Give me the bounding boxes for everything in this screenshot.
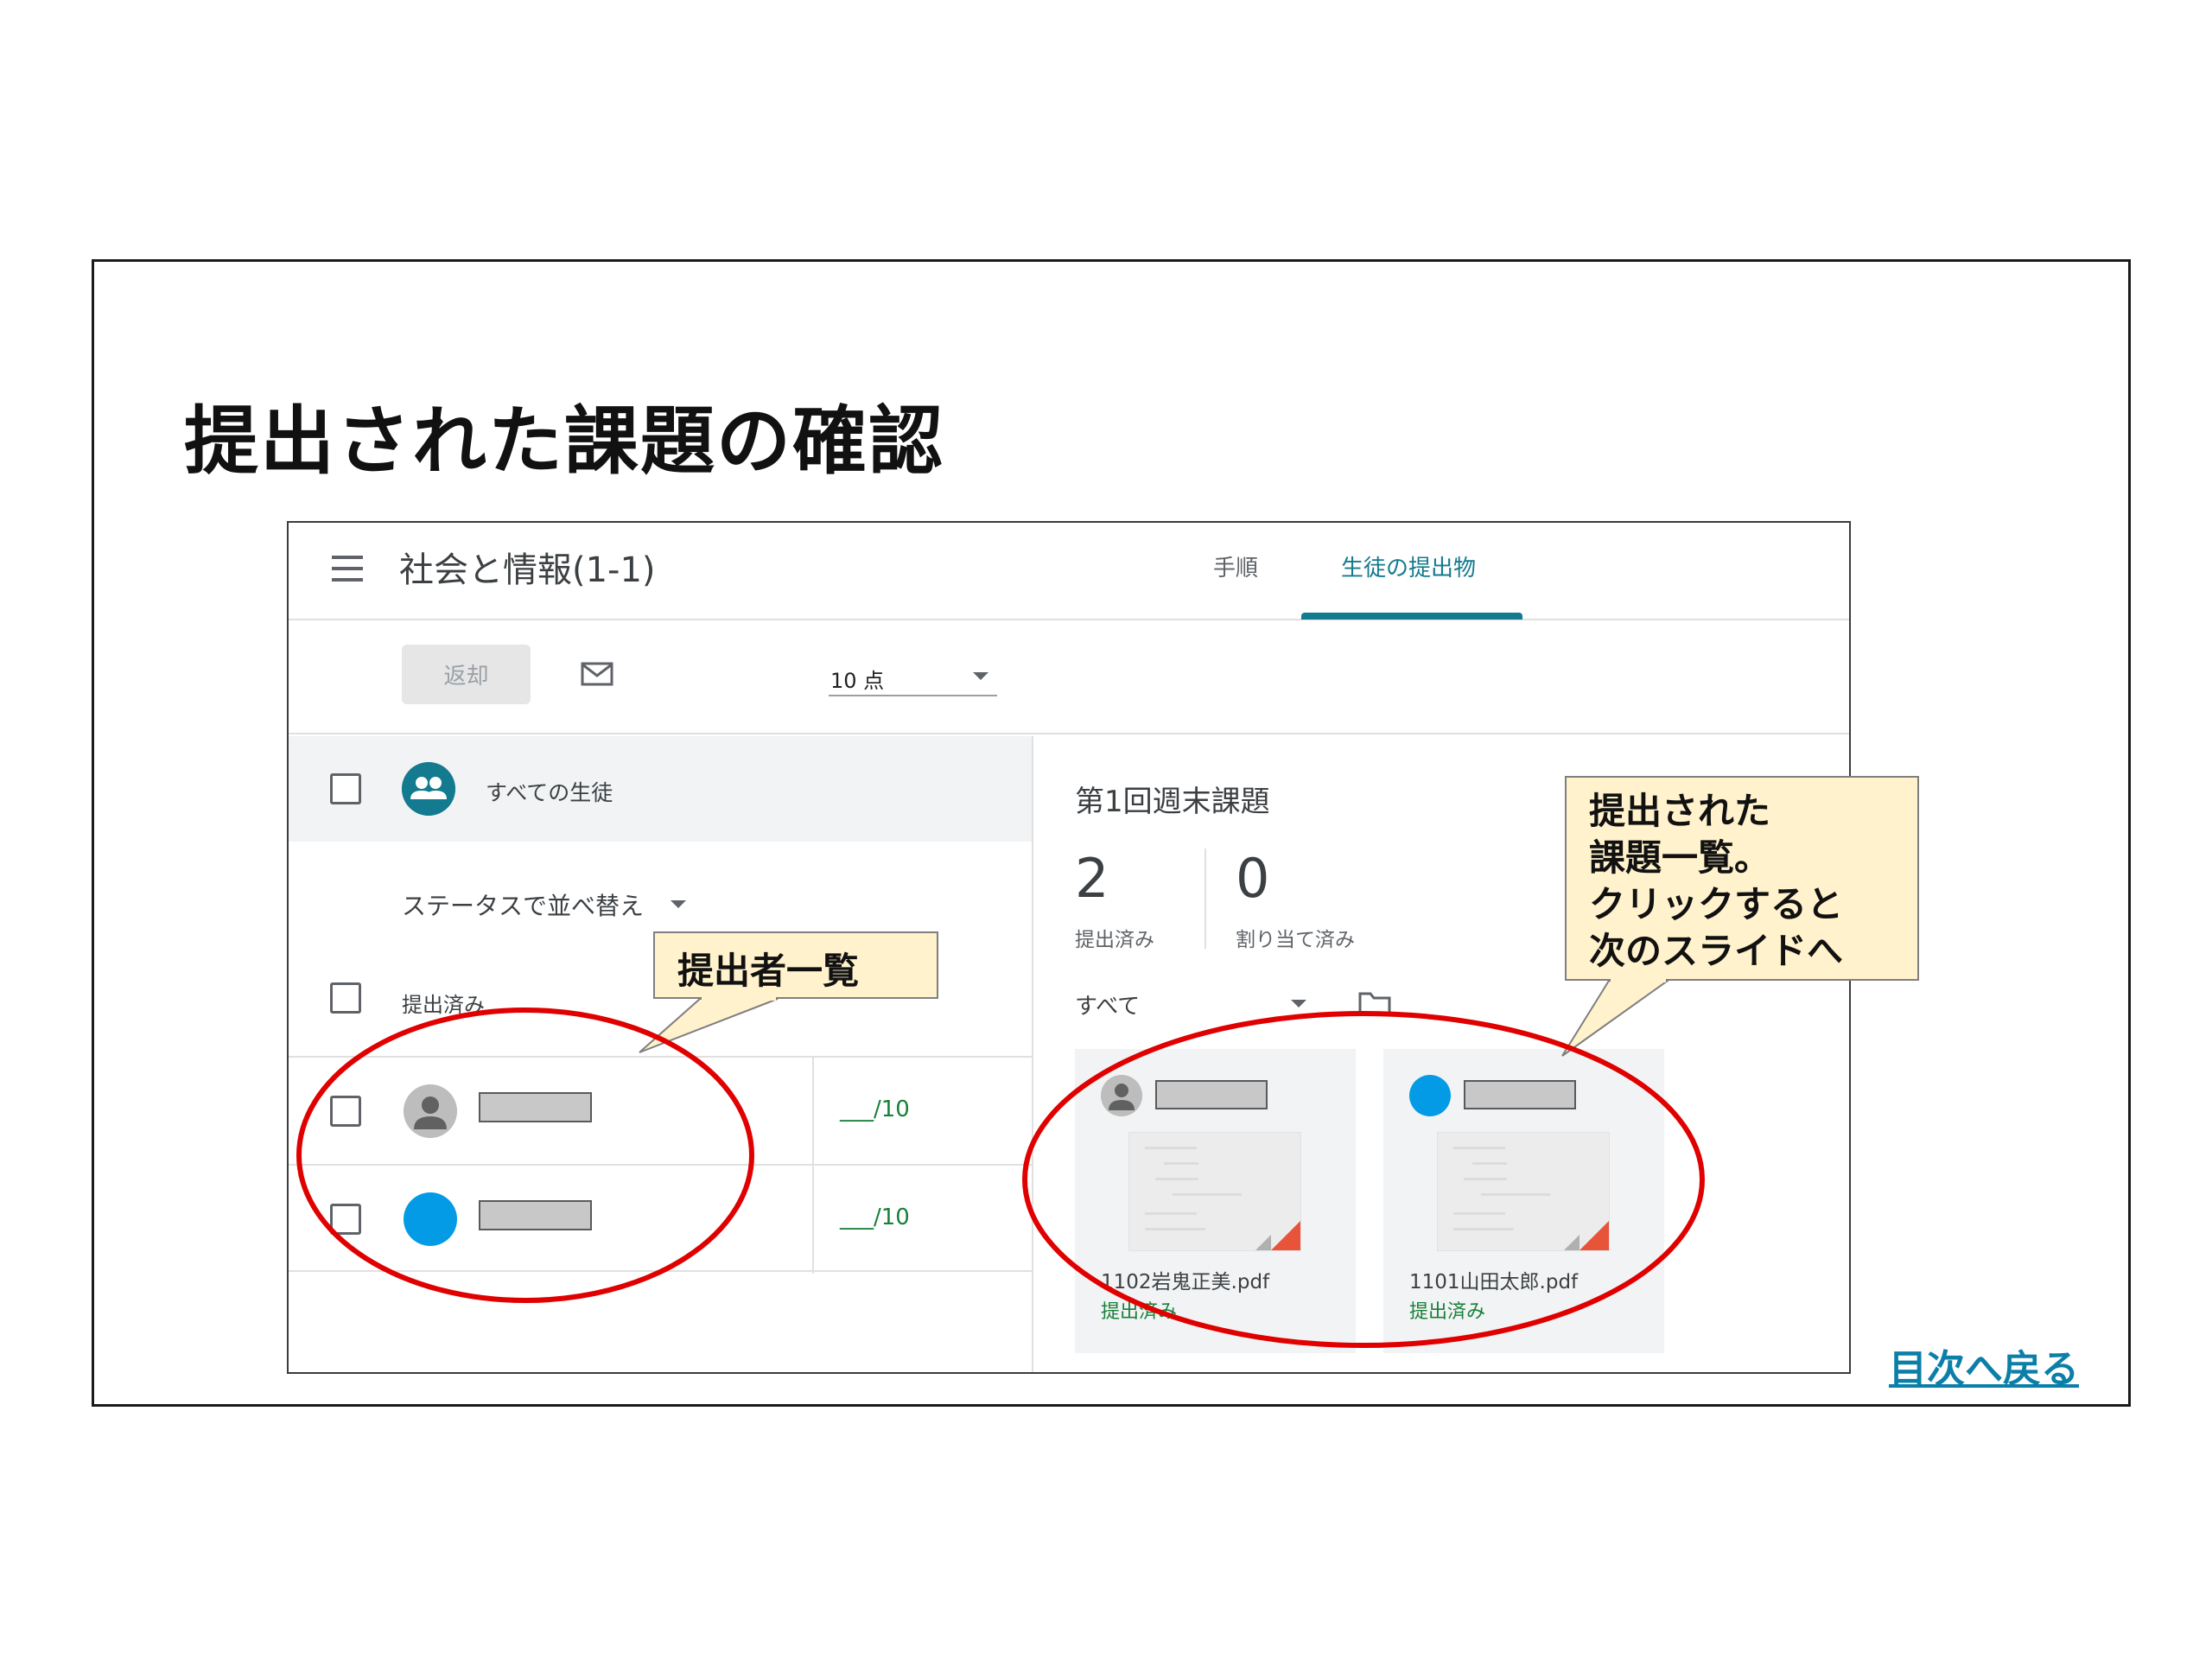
submission-card[interactable]: 1101山田太郎.pdf 提出済み [1383, 1049, 1664, 1353]
tab-instructions[interactable]: 手順 [1213, 550, 1258, 582]
person-avatar-icon [404, 1084, 457, 1138]
grade-field[interactable]: ___/10 [840, 1096, 910, 1122]
group-checkbox[interactable] [330, 982, 361, 1014]
file-name[interactable]: 1102岩鬼正美.pdf [1101, 1265, 1269, 1294]
assigned-label: 割り当て済み [1236, 929, 1355, 951]
callout-submitter-list: 提出者一覧 [653, 931, 938, 999]
student-avatar [1409, 1075, 1451, 1116]
submission-status: 提出済み [1101, 1301, 1178, 1323]
assignment-title: 第1回週末課題 [1075, 785, 1270, 819]
filter-dropdown-arrow-icon[interactable] [1291, 1000, 1306, 1007]
callout-line: 次のスライドへ [1589, 930, 1844, 972]
callout-submitted-assignments: 提出された 課題一覧。 クリックすると 次のスライドへ [1565, 776, 1919, 981]
assigned-count: 0 [1236, 847, 1270, 910]
grade-column-divider [812, 1058, 814, 1166]
filter-select[interactable]: すべて [1075, 988, 1140, 1020]
student-row[interactable]: ___/10 [289, 1164, 1032, 1274]
return-button[interactable]: 返却 [402, 645, 531, 704]
group-label-turned-in: 提出済み [402, 993, 485, 1017]
points-value: 10 点 [830, 669, 885, 693]
submission-card[interactable]: 1102岩鬼正美.pdf 提出済み [1075, 1049, 1356, 1353]
all-students-label: すべての生徒 [486, 780, 613, 805]
class-title: 社会と情報(1-1) [399, 550, 656, 590]
dropdown-arrow-icon [973, 672, 988, 680]
student-list-pane: すべての生徒 ステータスで並べ替え 提出済み ___/10 ___/10 [289, 736, 1033, 1372]
person-avatar-icon [1101, 1075, 1142, 1116]
file-name[interactable]: 1101山田太郎.pdf [1409, 1265, 1578, 1294]
callout-line: 提出された [1589, 790, 1771, 832]
slide-title: 提出された課題の確認 [184, 398, 944, 485]
redacted-student-name [479, 1200, 592, 1230]
back-to-toc-link[interactable]: 目次へ戻る [1889, 1338, 2079, 1393]
stat-divider [1205, 849, 1206, 949]
pdf-thumbnail[interactable] [1437, 1132, 1610, 1251]
pdf-corner-icon [1580, 1221, 1609, 1250]
student-checkbox[interactable] [330, 1096, 361, 1127]
submission-status: 提出済み [1409, 1301, 1486, 1323]
student-row[interactable]: ___/10 [289, 1056, 1032, 1166]
select-all-checkbox[interactable] [330, 773, 361, 804]
student-avatar [404, 1192, 457, 1246]
all-students-row[interactable]: すべての生徒 [289, 736, 1032, 842]
turned-in-label: 提出済み [1075, 929, 1154, 951]
pdf-thumbnail[interactable] [1128, 1132, 1301, 1251]
group-icon [402, 762, 455, 816]
callout-line: 課題一覧。 [1589, 836, 1771, 879]
sort-by-status[interactable]: ステータスで並べ替え [402, 887, 644, 922]
toolbar: 返却 10 点 [289, 622, 1849, 734]
active-tab-indicator [1301, 613, 1522, 620]
tab-student-work[interactable]: 生徒の提出物 [1341, 550, 1476, 582]
folder-icon[interactable] [1358, 990, 1391, 1016]
redacted-student-name [1155, 1080, 1268, 1109]
redacted-student-name [479, 1092, 592, 1122]
mail-icon[interactable] [581, 662, 613, 686]
grade-column-divider [812, 1166, 814, 1274]
hamburger-menu-icon[interactable] [332, 556, 363, 582]
student-checkbox[interactable] [330, 1204, 361, 1235]
pdf-corner-icon [1271, 1221, 1300, 1250]
grade-field[interactable]: ___/10 [840, 1205, 910, 1230]
points-select[interactable]: 10 点 [829, 657, 997, 696]
sort-dropdown-arrow-icon[interactable] [671, 900, 686, 908]
turned-in-count: 2 [1075, 847, 1109, 910]
redacted-student-name [1464, 1080, 1576, 1109]
callout-line: クリックすると [1589, 883, 1844, 925]
app-header: 社会と情報(1-1) 手順 生徒の提出物 [289, 523, 1849, 620]
